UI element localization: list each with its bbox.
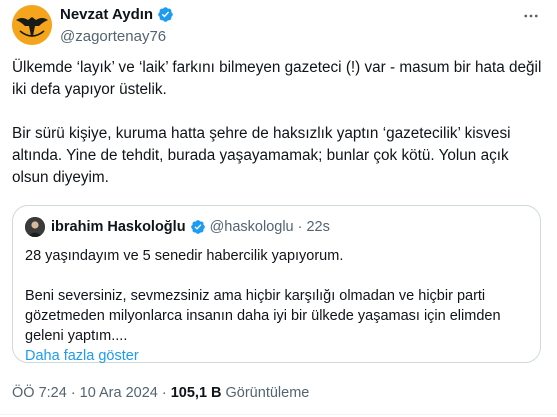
more-horizontal-icon [524,14,538,18]
quoted-tweet-header: ibrahim Haskoloğlu @haskologlu · 22s [25,217,330,237]
tweet-paragraph: Bir sürü kişiye, kuruma hatta şehre de h… [12,125,511,186]
author-avatar[interactable] [12,5,52,45]
quoted-tweet-card[interactable]: ibrahim Haskoloğlu @haskologlu · 22s 28 … [12,205,541,366]
tweet-time[interactable]: ÖÖ 7:24 [12,385,67,401]
show-more-link[interactable]: Daha fazla göster [25,346,530,366]
tweet-text: Ülkemde ‘layık’ ve ‘laik’ farkını bilmey… [12,57,542,189]
tweet-paragraph: Ülkemde ‘layık’ ve ‘laik’ farkını bilmey… [12,59,542,98]
tweet: Nevzat Aydın @zagortenay76 Ülkemde ‘layı… [0,0,557,417]
views-label[interactable]: Görüntüleme [226,385,310,401]
author-handle[interactable]: @zagortenay76 [60,28,166,45]
author-name-row: Nevzat Aydın [60,6,174,23]
quoted-timestamp: 22s [306,219,330,235]
divider [0,414,557,415]
quoted-tweet-text: 28 yaşındayım ve 5 senedir habercilik ya… [25,246,530,366]
footer-separator: · [161,385,167,401]
quoted-paragraph: Beni seversiniz, sevmezsiniz ama hiçbir … [25,288,501,344]
quoted-author-avatar [25,217,45,237]
eagle-logo-icon [12,5,52,45]
quoted-author-name: ibrahim Haskoloğlu [51,219,186,235]
verified-badge-icon [158,7,173,22]
author-name[interactable]: Nevzat Aydın [60,6,153,23]
more-options-button[interactable] [521,6,541,26]
quoted-separator: · [297,219,303,235]
quoted-author-handle: @haskologlu [209,219,294,235]
tweet-date[interactable]: 10 Ara 2024 [80,385,158,401]
footer-separator: · [70,385,76,401]
quoted-paragraph: 28 yaşındayım ve 5 senedir habercilik ya… [25,248,344,264]
tweet-footer: ÖÖ 7:24 · 10 Ara 2024 · 105,1 B Görüntül… [12,385,309,401]
views-count: 105,1 B [170,385,222,401]
verified-badge-icon [190,220,205,234]
person-photo-icon [25,217,45,237]
